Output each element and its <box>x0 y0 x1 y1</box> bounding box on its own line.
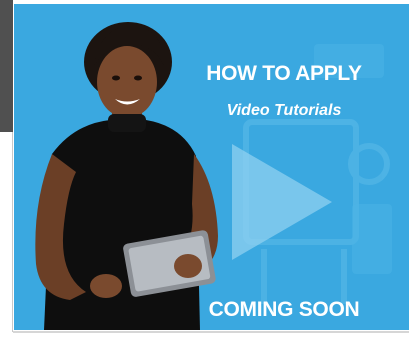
banner-subtitle: Video Tutorials <box>226 102 342 119</box>
page: HOW TO APPLY Video Tutorials COMING SOON <box>0 0 411 340</box>
presenter-illustration <box>35 22 218 330</box>
coming-soon-label: COMING SOON <box>208 298 360 321</box>
banner-title: HOW TO APPLY <box>206 62 362 85</box>
play-icon[interactable] <box>232 144 332 260</box>
left-divider <box>12 132 13 332</box>
video-tutorials-banner[interactable]: HOW TO APPLY Video Tutorials COMING SOON <box>14 4 409 330</box>
left-panel-edge <box>0 0 13 132</box>
bottom-divider <box>13 331 409 333</box>
